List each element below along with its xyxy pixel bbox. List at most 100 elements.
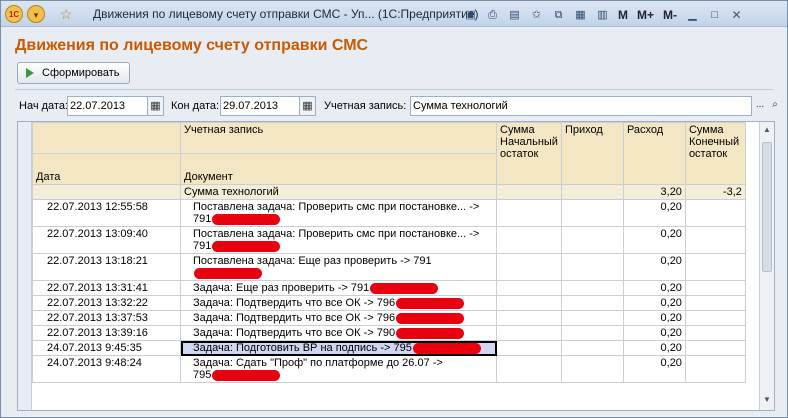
header-expense: Расход: [622, 122, 686, 185]
table-row[interactable]: 22.07.2013 13:37:53 Задача: Подтвердить …: [32, 310, 746, 326]
main-menu-icon[interactable]: ▾: [27, 5, 45, 23]
group-name: Сумма технологий: [180, 184, 497, 200]
redaction-mark: [412, 342, 481, 354]
row-date: 22.07.2013 13:39:16: [32, 325, 181, 341]
row-expense: 0,20: [622, 253, 686, 281]
report-table: Учетная запись Сумма Начальный остаток П…: [32, 122, 746, 383]
window-toolbar: ▣ ⎙ ▤ ✩ ⧉ ▦ ▥ M M+ M- ▁ □ ✕: [461, 4, 746, 24]
preview-icon[interactable]: ▤: [505, 5, 524, 24]
table-row[interactable]: 22.07.2013 13:09:40 Поставлена задача: П…: [32, 226, 746, 254]
row-expense: 0,20: [622, 310, 686, 326]
redaction-mark: [212, 240, 281, 252]
add-favorite-icon[interactable]: ✩: [527, 5, 546, 24]
header-document: Документ: [180, 153, 497, 185]
favorites-star-icon[interactable]: ☆: [57, 5, 75, 23]
row-document: Задача: Подтвердить что все ОК -> 790: [180, 325, 497, 341]
date-to-calendar-icon[interactable]: ▦: [299, 96, 316, 116]
row-gutter: [18, 122, 32, 410]
group-closing: -3,2: [684, 184, 746, 200]
row-document: Задача: Сдать "Проф" по платформе до 26.…: [180, 355, 497, 383]
header-account: Учетная запись: [180, 122, 497, 154]
redaction-mark: [194, 267, 262, 279]
select-icon[interactable]: ...: [753, 96, 767, 116]
row-date: 22.07.2013 13:32:22: [32, 295, 181, 311]
table-row[interactable]: 24.07.2013 9:48:24 Задача: Сдать "Проф" …: [32, 355, 746, 383]
table-row[interactable]: 22.07.2013 12:55:58 Поставлена задача: П…: [32, 199, 746, 227]
row-document: Поставлена задача: Проверить смс при пос…: [180, 199, 497, 227]
date-to-field[interactable]: [220, 96, 300, 116]
search-icon[interactable]: ⌕: [768, 96, 782, 116]
table-row[interactable]: 22.07.2013 13:18:21 Поставлена задача: Е…: [32, 253, 746, 281]
date-from-calendar-icon[interactable]: ▦: [147, 96, 164, 116]
redaction-mark: [396, 327, 465, 339]
row-document-text-cont: 791: [193, 240, 212, 252]
window-title: Движения по лицевому счету отправки СМС …: [93, 7, 479, 21]
row-document-text: Задача: Еще раз проверить -> 791: [193, 282, 370, 294]
table-row[interactable]: 22.07.2013 13:31:41 Задача: Еще раз пров…: [32, 280, 746, 296]
bookmark-icon[interactable]: ⧉: [549, 5, 568, 24]
row-expense: 0,20: [622, 199, 686, 227]
row-document: Поставлена задача: Проверить смс при пос…: [180, 226, 497, 254]
row-document-text: Поставлена задача: Проверить смс при пос…: [193, 228, 480, 240]
row-document-text: Поставлена задача: Проверить смс при пос…: [193, 201, 480, 213]
divider: [15, 89, 773, 90]
date-to-label: Кон дата:: [171, 100, 220, 112]
row-document-text: Поставлена задача: Еще раз проверить -> …: [193, 255, 432, 267]
header-income: Приход: [560, 122, 624, 185]
generate-button-label: Сформировать: [42, 67, 120, 79]
account-field[interactable]: [410, 96, 752, 116]
account-label: Учетная запись:: [324, 100, 407, 112]
row-document-text-cont: 791: [193, 213, 212, 225]
vertical-scrollbar[interactable]: ▲ ▼: [759, 122, 774, 410]
header-closing-balance: Сумма Конечный остаток: [684, 122, 746, 185]
table-row-selected[interactable]: 24.07.2013 9:45:35 Задача: Подготовить В…: [32, 340, 746, 356]
row-date: 22.07.2013 13:31:41: [32, 280, 181, 296]
table-row[interactable]: 22.07.2013 13:39:16 Задача: Подтвердить …: [32, 325, 746, 341]
group-row[interactable]: Сумма технологий 3,20 -3,2: [32, 184, 746, 200]
header-opening-balance: Сумма Начальный остаток: [496, 122, 562, 185]
redaction-mark: [212, 369, 281, 381]
row-expense: 0,20: [622, 325, 686, 341]
row-expense: 0,20: [622, 340, 686, 356]
scroll-thumb[interactable]: [762, 142, 772, 272]
save-icon[interactable]: ▣: [461, 5, 480, 24]
memory-m-button[interactable]: M: [615, 5, 631, 24]
calendar-icon[interactable]: ▥: [593, 5, 612, 24]
report-spreadsheet[interactable]: Учетная запись Сумма Начальный остаток П…: [17, 121, 775, 411]
scroll-up-icon[interactable]: ▲: [762, 124, 772, 136]
row-document: Задача: Подтвердить что все ОК -> 796: [180, 310, 497, 326]
table-row[interactable]: 22.07.2013 13:32:22 Задача: Подтвердить …: [32, 295, 746, 311]
row-expense: 0,20: [622, 295, 686, 311]
redaction-mark: [396, 297, 465, 309]
row-document-text-cont: 795: [193, 369, 212, 381]
memory-plus-button[interactable]: M+: [634, 5, 657, 24]
row-expense: 0,20: [622, 355, 686, 383]
minimize-icon[interactable]: ▁: [683, 5, 702, 24]
row-date: 22.07.2013 13:37:53: [32, 310, 181, 326]
report-window: 1С ▾ ☆ Движения по лицевому счету отправ…: [0, 0, 788, 418]
row-date: 22.07.2013 12:55:58: [32, 199, 181, 227]
title-bar: 1С ▾ ☆ Движения по лицевому счету отправ…: [1, 1, 787, 27]
calculator-icon[interactable]: ▦: [571, 5, 590, 24]
generate-button[interactable]: Сформировать: [17, 62, 130, 84]
date-from-field[interactable]: [67, 96, 148, 116]
close-icon[interactable]: ✕: [727, 5, 746, 24]
scroll-down-icon[interactable]: ▼: [762, 394, 772, 406]
logo-icon: 1С: [5, 5, 23, 23]
maximize-icon[interactable]: □: [705, 5, 724, 24]
redaction-mark: [212, 213, 281, 225]
row-document: Задача: Еще раз проверить -> 791: [180, 280, 497, 296]
row-document: Поставлена задача: Еще раз проверить -> …: [180, 253, 497, 281]
row-document-selected-cell[interactable]: Задача: Подготовить ВР на подпись -> 795: [180, 340, 497, 356]
row-date: 24.07.2013 9:45:35: [32, 340, 181, 356]
play-icon: [26, 68, 34, 78]
row-document-text: Задача: Сдать "Проф" по платформе до 26.…: [193, 357, 443, 369]
row-document-text: Задача: Подтвердить что все ОК -> 796: [193, 297, 396, 309]
row-date: 22.07.2013 13:09:40: [32, 226, 181, 254]
row-date: 22.07.2013 13:18:21: [32, 253, 181, 281]
row-document-text: Задача: Подтвердить что все ОК -> 790: [193, 327, 396, 339]
print-icon[interactable]: ⎙: [483, 5, 502, 24]
row-expense: 0,20: [622, 280, 686, 296]
row-document-text: Задача: Подтвердить что все ОК -> 796: [193, 312, 396, 324]
memory-minus-button[interactable]: M-: [660, 5, 680, 24]
